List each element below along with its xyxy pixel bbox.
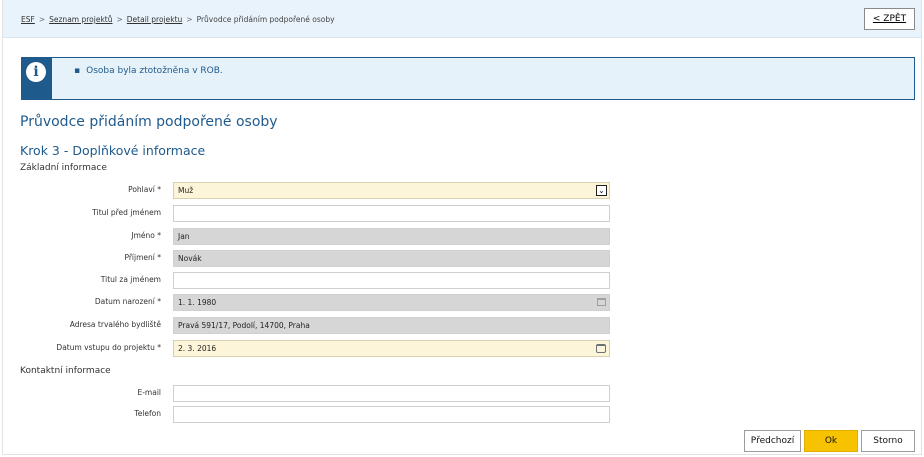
form-row-phone: Telefon [0,406,924,423]
form-row-email: E-mail [0,385,924,402]
title-after-input[interactable] [173,272,610,289]
form-row-entry-date: Datum vstupu do projektu * 2. 3. 2016 [0,340,924,357]
alert-message: Osoba byla ztotožněna v ROB. [74,66,223,76]
gender-label: Pohlaví * [128,185,161,194]
chevron-down-icon[interactable]: ⌄ [596,185,607,196]
breadcrumb-separator: > [38,15,46,24]
form-row-address: Adresa trvalého bydliště Pravá 591/17, P… [0,317,924,334]
breadcrumb-separator: > [186,15,193,24]
breadcrumb-current: Průvodce přidáním podpořené osoby [196,15,335,24]
form-row-title-after: Titul za jménem [0,272,924,289]
birth-date-field: 1. 1. 1980 [173,294,610,311]
section-basic-info: Základní informace [20,163,107,173]
breadcrumb-separator: > [116,15,123,24]
page-title: Průvodce přidáním podpořené osoby [20,114,278,130]
breadcrumb-link-project-list[interactable]: Seznam projektů [49,15,112,24]
phone-input[interactable] [173,406,610,423]
gender-value: Muž [178,186,194,195]
first-name-field: Jan [173,228,610,245]
entry-date-input[interactable]: 2. 3. 2016 [173,340,610,357]
birth-date-label: Datum narození * [94,297,161,306]
address-label: Adresa trvalého bydliště [69,320,161,329]
form-row-first-name: Jméno * Jan [0,228,924,245]
alert-icon-box: i [22,58,52,99]
info-icon: i [26,62,46,82]
last-name-field: Novák [173,250,610,267]
entry-date-label: Datum vstupu do projektu * [56,343,161,352]
breadcrumb-link-esf[interactable]: ESF [21,15,35,24]
form-row-gender: Pohlaví * Muž ⌄ [0,182,924,199]
form-row-title-before: Titul před jménem [0,205,924,222]
back-button[interactable]: < ZPĚT [864,8,915,30]
info-alert: i Osoba byla ztotožněna v ROB. [21,57,915,100]
birth-date-value: 1. 1. 1980 [178,298,217,307]
form-row-birth-date: Datum narození * 1. 1. 1980 [0,294,924,311]
last-name-label: Příjmení * [124,253,161,262]
calendar-icon [597,298,606,306]
title-after-label: Titul za jménem [100,275,161,284]
calendar-icon[interactable] [596,344,606,353]
step-title: Krok 3 - Doplňkové informace [20,143,206,158]
cancel-button[interactable]: Storno [861,430,915,452]
title-before-input[interactable] [173,205,610,222]
section-contact-info: Kontaktní informace [20,366,111,376]
breadcrumb-link-project-detail[interactable]: Detail projektu [127,15,182,24]
ok-button[interactable]: Ok [804,430,858,452]
gender-select[interactable]: Muž ⌄ [173,182,610,199]
form-row-last-name: Příjmení * Novák [0,250,924,267]
breadcrumb: ESF > Seznam projektů > Detail projektu > Prův… [21,15,335,24]
title-before-label: Titul před jménem [92,208,161,217]
email-label: E-mail [137,388,161,397]
first-name-label: Jméno * [131,231,161,240]
email-input[interactable] [173,385,610,402]
phone-label: Telefon [134,409,161,418]
previous-button[interactable]: Předchozí [744,430,801,452]
top-bar: ESF > Seznam projektů > Detail projektu > Prův… [3,0,921,38]
address-field: Pravá 591/17, Podolí, 14700, Praha [173,317,610,334]
entry-date-value: 2. 3. 2016 [178,344,217,353]
